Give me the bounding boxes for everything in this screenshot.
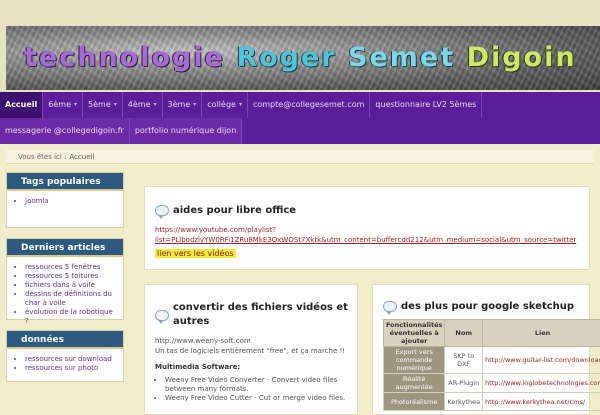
article-title-text[interactable]: aides pour libre office xyxy=(173,205,296,216)
table-row: Export vers commande numérique SKP to DX… xyxy=(382,346,600,374)
sidebar-list: ressources sur downloadressources sur ph… xyxy=(19,355,115,373)
table-row: Réalité augmentée AR-Plugin http://www.i… xyxy=(382,373,600,393)
sidebar-module: données ressources sur downloadressources… xyxy=(6,330,124,382)
nav-item-label: collège xyxy=(207,100,236,109)
nav-item-label: questionnaire LV2 5èmes xyxy=(375,100,477,109)
article-sketchup: des plus pour google sketchup Fonctionna… xyxy=(372,284,600,415)
speech-bubble-icon xyxy=(155,205,169,219)
chevron-down-icon: ▾ xyxy=(193,101,197,108)
banner-word-3: Semet xyxy=(348,42,456,73)
software-list: Weeny Free Video Converter - Convert vid… xyxy=(165,376,355,403)
nav-item-label: 5ème xyxy=(88,100,111,109)
table-cell-link[interactable]: http://www.kerkythea.net/cms/ xyxy=(482,392,600,411)
nav-item-6[interactable]: compte@collegesemet.com xyxy=(248,92,371,118)
nav-row-primary: Accueil 6ème ▾ 5ème ▾ 4ème ▾ 3ème ▾ collège ▾ compt… xyxy=(0,92,483,118)
table-cell-name: Kerkythea xyxy=(444,392,484,411)
chevron-down-icon: ▾ xyxy=(74,101,78,108)
sidebar-link[interactable]: évolution de la robotique ? xyxy=(25,308,115,326)
weeny-description: Un tas de logiciels entièrement "free", … xyxy=(155,347,346,355)
article-title-text[interactable]: convertir des fichiers vidéos et autres xyxy=(173,301,348,329)
sidebar-link[interactable]: Joomla xyxy=(25,197,115,206)
sidebar-link[interactable]: ressources 5 toitures xyxy=(25,272,115,281)
sketchup-table: Fonctionnalités éventuelles à ajouter No… xyxy=(382,319,600,411)
nav-item-5[interactable]: collège ▾ xyxy=(202,92,248,118)
nav-item-label: messagerie @collegedigoin.fr xyxy=(5,126,124,135)
nav-item-label: 6ème xyxy=(48,100,72,109)
table-cell-feature: Réalité augmentée xyxy=(382,373,446,393)
table-header: Lien xyxy=(482,319,600,347)
weeny-url[interactable]: http://www.weeny-soft.com xyxy=(155,337,355,345)
breadcrumb: Vous êtes ici : Accueil xyxy=(6,150,594,164)
playlist-url-line1[interactable]: https://www.youtube.com/playlist? xyxy=(155,225,587,235)
banner-title: technologie Roger Semet Digoin xyxy=(24,42,577,73)
breadcrumb-current[interactable]: Accueil xyxy=(69,153,94,161)
sidebar-module-body: Joomla xyxy=(7,191,123,227)
article-title: convertir des fichiers vidéos et autres xyxy=(155,301,351,329)
nav-item-label: Accueil xyxy=(5,100,38,109)
nav-item-1[interactable]: portfolio numérique dijon xyxy=(129,118,243,144)
nav-item-7[interactable]: questionnaire LV2 5èmes xyxy=(370,92,483,118)
table-cell-feature: Export vers commande numérique xyxy=(382,346,446,374)
nav-item-label: compte@collegesemet.com xyxy=(252,100,365,109)
nav-item-label: portfolio numérique dijon xyxy=(134,126,237,135)
site-banner: technologie Roger Semet Digoin xyxy=(0,0,600,92)
sidebar-module-body: ressources 5 fenêtresressources 5 toitur… xyxy=(7,257,123,325)
software-item: Weeny Free Video Cutter - Cut or merge v… xyxy=(165,394,355,403)
chevron-down-icon: ▾ xyxy=(238,101,242,108)
banner-image: technologie Roger Semet Digoin xyxy=(6,26,600,90)
banner-word-4: Digoin xyxy=(466,42,577,73)
banner-word-2: Roger xyxy=(236,42,337,73)
table-cell-link[interactable]: http://www.inglobetechnologies.com/en/ne… xyxy=(482,373,600,393)
playlist-url-line2[interactable]: list=PLlbodzlyYW0RFi1ZRu8MkE3OxWOSt7Xktk… xyxy=(155,235,587,245)
sidebar-link[interactable]: ressources 5 fenêtres xyxy=(25,263,115,272)
article-title: aides pour libre office xyxy=(155,205,296,219)
table-cell-link[interactable]: http://www.guitar-list.com/download-soft… xyxy=(482,346,600,374)
nav-row-secondary: messagerie @collegedigoin.fr portfolio nu… xyxy=(0,118,243,144)
speech-bubble-icon xyxy=(383,301,397,315)
sidebar-module-body: ressources sur downloadressources sur ph… xyxy=(7,349,123,381)
chevron-down-icon: ▾ xyxy=(153,101,157,108)
sidebar-module: Derniers articles ressources 5 fenêtresre… xyxy=(6,238,124,325)
sidebar-link[interactable]: fichiers dans à voile xyxy=(25,281,115,290)
sidebar: Tags populaires Joomla Derniers articles re… xyxy=(6,172,124,392)
sidebar-module: Tags populaires Joomla xyxy=(6,172,124,228)
nav-item-0[interactable]: Accueil xyxy=(0,92,44,118)
nav-item-1[interactable]: 6ème ▾ xyxy=(43,92,84,118)
nav-item-2[interactable]: 5ème ▾ xyxy=(83,92,123,118)
sidebar-module-title: Tags populaires xyxy=(7,173,123,191)
table-cell-name: SKP to DXF xyxy=(444,346,484,374)
article-convert-videos: convertir des fichiers vidéos et autres … xyxy=(144,284,358,415)
nav-item-label: 4ème xyxy=(127,100,151,109)
table-header: Nom xyxy=(444,319,484,347)
nav-item-3[interactable]: 4ème ▾ xyxy=(123,92,163,118)
chevron-down-icon: ▾ xyxy=(113,101,117,108)
article-title-text[interactable]: des plus pour google sketchup xyxy=(401,301,574,312)
nav-item-4[interactable]: 3ème ▾ xyxy=(163,92,203,118)
main-nav: Accueil 6ème ▾ 5ème ▾ 4ème ▾ 3ème ▾ collège ▾ compt… xyxy=(0,92,600,144)
multimedia-heading: Multimedia Software: xyxy=(155,363,241,371)
article-libre-office: aides pour libre office https://www.yout… xyxy=(144,186,590,270)
sidebar-link[interactable]: dessins de définitions du char à voile xyxy=(25,290,115,308)
table-header: Fonctionnalités éventuelles à ajouter xyxy=(382,319,446,347)
sidebar-list: Joomla xyxy=(19,197,115,206)
sidebar-link[interactable]: ressources sur photo xyxy=(25,364,115,373)
sidebar-module-title: données xyxy=(7,331,123,349)
breadcrumb-prefix: Vous êtes ici : xyxy=(18,152,67,161)
software-item: Weeny Free Video Converter - Convert vid… xyxy=(165,376,355,394)
speech-bubble-icon xyxy=(155,309,169,324)
nav-item-label: 3ème xyxy=(167,100,191,109)
sidebar-module-title: Derniers articles xyxy=(7,239,123,257)
video-link[interactable]: lien vers les vidéos xyxy=(155,249,236,258)
table-cell-name: AR-Plugin xyxy=(444,373,484,393)
sidebar-list: ressources 5 fenêtresressources 5 toitur… xyxy=(19,263,115,326)
nav-item-0[interactable]: messagerie @collegedigoin.fr xyxy=(0,118,130,144)
banner-word-1: technologie xyxy=(24,42,225,73)
table-cell-feature: Photoréalisme xyxy=(382,392,446,411)
article-title: des plus pour google sketchup xyxy=(383,301,574,315)
sidebar-link[interactable]: ressources sur download xyxy=(25,355,115,364)
table-row: Photoréalisme Kerkythea http://www.kerky… xyxy=(382,392,600,411)
